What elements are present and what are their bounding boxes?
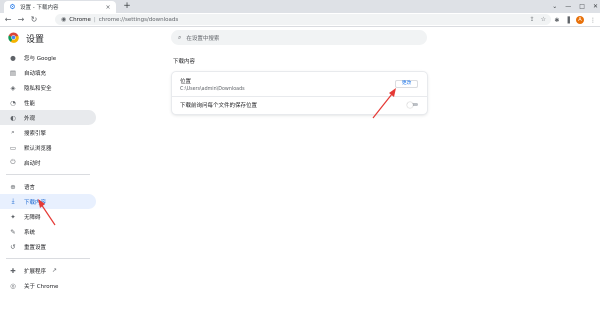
downloads-card: 位置 C:\Users\admin\Downloads 更改 下载前询问每个文件… (172, 72, 427, 114)
shield-icon: ◈ (10, 83, 16, 92)
url-text: chrome://settings/downloads (98, 16, 179, 23)
chrome-site-icon: ◉ (61, 16, 67, 23)
chrome-icon: ◎ (10, 281, 16, 290)
back-button[interactable]: ← (3, 14, 13, 26)
change-location-button[interactable]: 更改 (395, 80, 418, 88)
search-icon: ⌕ (178, 33, 182, 41)
location-label: 位置 (180, 79, 192, 85)
maximize-button[interactable]: □ (579, 3, 585, 10)
location-row: 位置 C:\Users\admin\Downloads (180, 77, 245, 92)
person-icon: ● (10, 53, 16, 62)
menu-icon[interactable]: ⋮ (590, 17, 596, 24)
toolbar-right: ✱ ▐ A ⋮ (554, 14, 596, 26)
sidebar-item-performance[interactable]: ◔ 性能 (0, 95, 96, 110)
forward-button[interactable]: → (16, 14, 26, 26)
sidebar-item-accessibility[interactable]: ✦ 无障碍 (0, 209, 96, 224)
palette-icon: ◐ (10, 113, 16, 122)
reload-button[interactable]: ↻ (29, 14, 39, 26)
page-title: 设置 (26, 35, 45, 45)
accessibility-icon: ✦ (10, 212, 16, 221)
minimize-button[interactable]: — (565, 3, 571, 10)
downloads-section-title: 下载内容 (173, 59, 196, 65)
tab-title: 设置 - 下载内容 (20, 5, 59, 11)
sidebar-item-search-engine[interactable]: ⌕ 搜索引擎 (0, 125, 96, 140)
external-link-icon: ↗ (52, 267, 58, 274)
close-tab-icon[interactable]: × (105, 4, 111, 11)
settings-search-input[interactable]: ⌕ 在设置中搜索 (171, 30, 427, 45)
wrench-icon: ✎ (10, 227, 16, 236)
sidebar-divider (6, 174, 90, 175)
chrome-logo-icon (8, 32, 19, 43)
puzzle-icon: ✚ (10, 266, 16, 275)
close-window-button[interactable]: ✕ (593, 3, 598, 10)
card-divider (172, 96, 427, 97)
speed-icon: ◔ (10, 98, 16, 107)
address-bar[interactable]: ◉ Chrome | chrome://settings/downloads ⇪… (55, 14, 551, 25)
url-separator: | (93, 16, 96, 23)
omnibox-actions: ⇪ ☆ (530, 14, 546, 25)
sidebar-item-extensions[interactable]: ✚ 扩展程序 ↗ (0, 263, 96, 278)
sidebar-item-reset[interactable]: ↺ 重置设置 (0, 239, 96, 254)
settings-sidebar: ● 您与 Google ▤ 自动填充 ◈ 隐私和安全 ◔ 性能 ◐ 外观 ⌕ 搜索引擎 ▭ 默… (0, 50, 96, 293)
sidebar-item-you-and-google[interactable]: ● 您与 Google (0, 50, 96, 65)
sidebar-divider (6, 258, 90, 259)
location-path: C:\Users\admin\Downloads (180, 87, 245, 92)
autofill-icon: ▤ (9, 68, 17, 77)
sidebar-item-on-startup[interactable]: ⏻ 启动时 (0, 155, 96, 170)
toggle-knob (407, 101, 413, 108)
extensions-icon[interactable]: ✱ (554, 17, 559, 24)
site-label: Chrome (69, 16, 91, 23)
search-icon: ⌕ (11, 128, 15, 136)
new-tab-button[interactable]: + (122, 1, 132, 12)
profile-avatar[interactable]: A (576, 16, 584, 24)
tab-search-icon[interactable]: ⌄ (552, 3, 557, 10)
gear-icon: ⚙ (9, 2, 16, 11)
sidebar-item-system[interactable]: ✎ 系统 (0, 224, 96, 239)
sidebar-item-autofill[interactable]: ▤ 自动填充 (0, 65, 96, 80)
share-icon[interactable]: ⇪ (530, 16, 535, 23)
bookmark-star-icon[interactable]: ☆ (541, 16, 546, 23)
browser-icon: ▭ (9, 143, 17, 152)
sidebar-item-languages[interactable]: ⊕ 语言 (0, 179, 96, 194)
sidebar-item-about-chrome[interactable]: ◎ 关于 Chrome (0, 278, 96, 293)
ask-where-to-save-toggle[interactable] (407, 101, 418, 108)
tab-strip: ⚙ 设置 - 下载内容 × + ⌄ — □ ✕ (0, 0, 600, 13)
sidebar-item-privacy[interactable]: ◈ 隐私和安全 (0, 80, 96, 95)
download-icon: ⤓ (11, 197, 15, 205)
ask-where-to-save-label: 下载前询问每个文件的保存位置 (180, 103, 258, 109)
window-controls: ⌄ — □ ✕ (552, 0, 598, 13)
sidebar-item-downloads[interactable]: ⤓ 下载内容 (0, 194, 96, 209)
reset-icon: ↺ (10, 242, 16, 251)
side-panel-icon[interactable]: ▐ (565, 17, 570, 24)
power-icon: ⏻ (10, 158, 16, 166)
sidebar-item-appearance[interactable]: ◐ 外观 (0, 110, 96, 125)
search-placeholder: 在设置中搜索 (186, 35, 220, 42)
tab-settings-downloads[interactable]: ⚙ 设置 - 下载内容 × (4, 1, 116, 13)
globe-icon: ⊕ (10, 182, 16, 191)
sidebar-item-default-browser[interactable]: ▭ 默认浏览器 (0, 140, 96, 155)
toolbar: ← → ↻ ◉ Chrome | chrome://settings/downl… (0, 13, 600, 27)
